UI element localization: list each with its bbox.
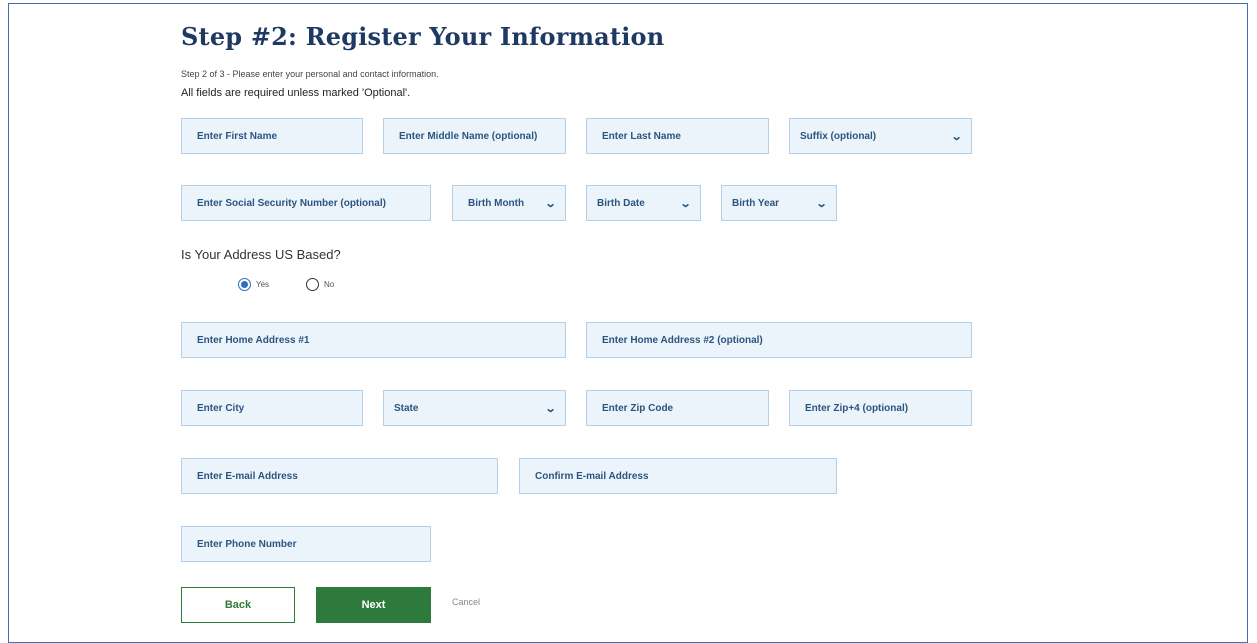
home-address-1-field-wrapper <box>181 322 566 358</box>
city-input[interactable] <box>182 391 362 425</box>
page-title: Step #2: Register Your Information <box>181 22 665 51</box>
radio-yes[interactable] <box>238 278 251 291</box>
phone-input[interactable] <box>182 527 430 561</box>
first-name-input[interactable] <box>182 119 362 153</box>
required-note: All fields are required unless marked 'O… <box>181 87 411 99</box>
birth-date-select-label: Birth Date <box>597 197 645 209</box>
radio-no[interactable] <box>306 278 319 291</box>
chevron-down-icon: ⌄ <box>950 130 963 143</box>
last-name-field-wrapper <box>586 118 769 154</box>
city-field-wrapper <box>181 390 363 426</box>
birth-month-select[interactable]: Birth Month ⌄ <box>452 185 566 221</box>
chevron-down-icon: ⌄ <box>679 197 692 210</box>
zip4-field-wrapper <box>789 390 972 426</box>
middle-name-input[interactable] <box>384 119 565 153</box>
last-name-input[interactable] <box>587 119 768 153</box>
home-address-1-input[interactable] <box>182 323 565 357</box>
birth-date-select[interactable]: Birth Date ⌄ <box>586 185 701 221</box>
radio-no-option[interactable]: No <box>306 278 334 291</box>
phone-field-wrapper <box>181 526 431 562</box>
state-select[interactable]: State ⌄ <box>383 390 566 426</box>
cancel-link[interactable]: Cancel <box>452 597 480 607</box>
radio-yes-option[interactable]: Yes <box>238 278 269 291</box>
birth-year-select[interactable]: Birth Year ⌄ <box>721 185 837 221</box>
confirm-email-input[interactable] <box>520 459 836 493</box>
zip4-input[interactable] <box>790 391 971 425</box>
chevron-down-icon: ⌄ <box>815 197 828 210</box>
step-subtitle: Step 2 of 3 - Please enter your personal… <box>181 69 439 79</box>
first-name-field-wrapper <box>181 118 363 154</box>
ssn-input[interactable] <box>182 186 430 220</box>
radio-no-label: No <box>324 280 335 289</box>
home-address-2-input[interactable] <box>587 323 971 357</box>
zip-field-wrapper <box>586 390 769 426</box>
back-button[interactable]: Back <box>181 587 295 623</box>
suffix-select[interactable]: Suffix (optional) ⌄ <box>789 118 972 154</box>
zip-input[interactable] <box>587 391 768 425</box>
middle-name-field-wrapper <box>383 118 566 154</box>
email-input[interactable] <box>182 459 497 493</box>
chevron-down-icon: ⌄ <box>544 197 557 210</box>
birth-month-select-label: Birth Month <box>468 197 525 209</box>
email-field-wrapper <box>181 458 498 494</box>
radio-yes-label: Yes <box>256 280 270 289</box>
home-address-2-field-wrapper <box>586 322 972 358</box>
next-button[interactable]: Next <box>316 587 431 623</box>
ssn-field-wrapper <box>181 185 431 221</box>
confirm-email-field-wrapper <box>519 458 837 494</box>
state-select-label: State <box>394 402 419 414</box>
suffix-select-label: Suffix (optional) <box>800 130 877 142</box>
address-us-question: Is Your Address US Based? <box>181 247 341 262</box>
chevron-down-icon: ⌄ <box>544 402 557 415</box>
birth-year-select-label: Birth Year <box>732 197 780 209</box>
